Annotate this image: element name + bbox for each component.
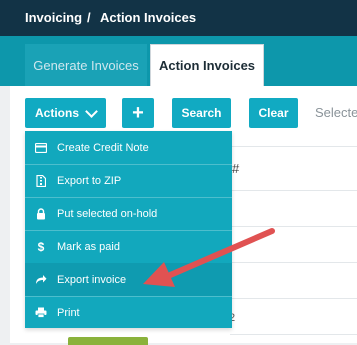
table-divider	[230, 298, 357, 299]
table-divider	[230, 262, 357, 263]
table-divider	[230, 146, 357, 147]
column-header-number[interactable]: #	[232, 161, 239, 176]
menu-item-label: Export to ZIP	[57, 174, 122, 187]
menu-item-put-on-hold[interactable]: Put selected on-hold	[25, 197, 232, 230]
breadcrumb-invoicing[interactable]: Invoicing	[25, 10, 82, 25]
breadcrumb-separator: /	[87, 10, 91, 25]
table-divider	[230, 190, 357, 191]
actions-dropdown-menu: Create Credit Note Export to ZIP Put sel…	[25, 131, 232, 328]
menu-item-label: Print	[57, 306, 80, 319]
lock-icon	[35, 207, 47, 220]
clear-button[interactable]: Clear	[249, 98, 298, 128]
menu-item-export-invoice[interactable]: Export invoice	[25, 263, 232, 296]
menu-item-print[interactable]: Print	[25, 296, 232, 329]
share-icon	[35, 274, 47, 286]
menu-item-create-credit-note[interactable]: Create Credit Note	[25, 131, 232, 164]
tab-generate-invoices[interactable]: Generate Invoices	[25, 44, 147, 86]
plus-icon: +	[132, 101, 144, 124]
actions-dropdown-button[interactable]: Actions	[25, 98, 106, 128]
menu-item-label: Export invoice	[57, 273, 127, 286]
tab-action-invoices[interactable]: Action Invoices	[150, 44, 264, 86]
menu-item-label: Mark as paid	[57, 240, 120, 253]
status-badge	[68, 337, 148, 345]
actions-label: Actions	[34, 106, 79, 120]
menu-item-label: Create Credit Note	[57, 141, 149, 154]
breadcrumb-current: Action Invoices	[100, 10, 197, 25]
print-icon	[35, 307, 47, 319]
credit-card-icon	[35, 142, 47, 154]
table-divider	[230, 226, 357, 227]
file-zip-icon	[35, 174, 47, 187]
search-button[interactable]: Search	[172, 98, 231, 128]
dollar-icon: $	[37, 239, 45, 254]
menu-item-export-zip[interactable]: Export to ZIP	[25, 164, 232, 197]
selected-count-text: Selecte	[315, 105, 357, 120]
chevron-down-icon	[85, 104, 98, 118]
menu-item-label: Put selected on-hold	[57, 207, 158, 220]
menu-item-mark-as-paid[interactable]: $ Mark as paid	[25, 230, 232, 263]
table-divider	[230, 334, 357, 335]
top-navigation-bar: Invoicing / Action Invoices	[0, 0, 357, 36]
add-button[interactable]: +	[122, 98, 154, 128]
